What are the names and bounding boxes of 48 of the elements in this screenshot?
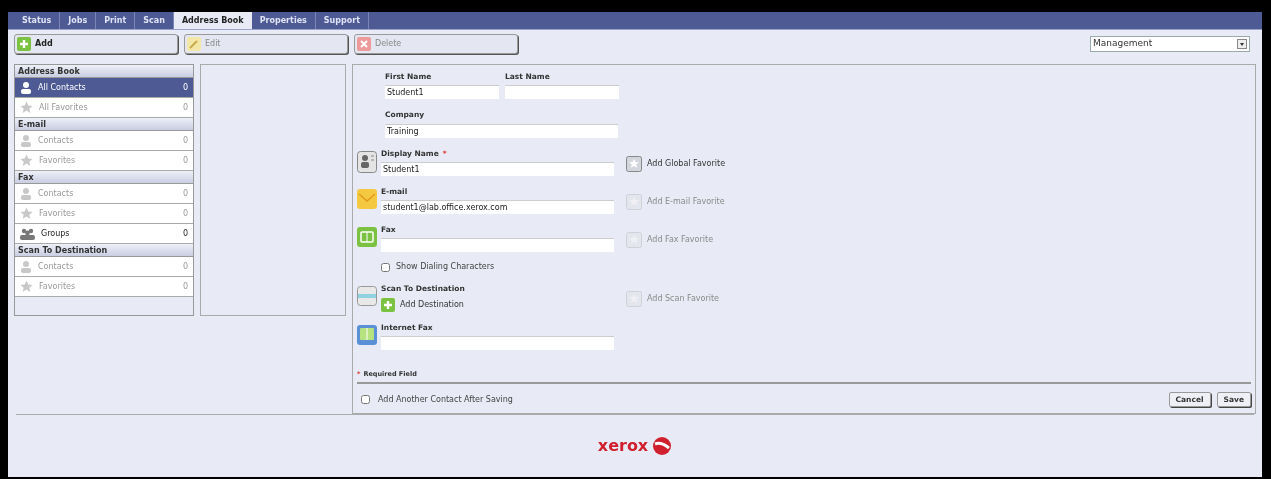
tab[interactable]: Address Book	[173, 12, 252, 29]
pencil-icon	[187, 37, 201, 51]
contact-card-icon	[357, 150, 377, 173]
input-field[interactable]: student1@lab.office.xerox.com	[381, 200, 614, 214]
input-field[interactable]: Student1	[385, 85, 499, 100]
person-icon	[20, 187, 32, 200]
sidebar-item[interactable]: All Contacts 0	[15, 78, 193, 98]
star-icon	[20, 207, 33, 220]
add-button[interactable]: Add	[14, 34, 178, 54]
input-field[interactable]: Student1	[381, 161, 614, 176]
scanner-icon	[357, 286, 377, 307]
input-field[interactable]	[505, 85, 619, 100]
section-header: Fax	[15, 171, 193, 184]
close-icon	[357, 37, 371, 51]
tab[interactable]: Properties	[251, 12, 316, 29]
checkbox[interactable]	[381, 262, 390, 272]
star-icon	[20, 280, 33, 293]
star-icon	[20, 101, 33, 114]
globe-icon	[652, 436, 673, 456]
section-header: Scan To Destination	[15, 244, 193, 257]
checkbox-label: Show Dialing Characters	[396, 261, 495, 274]
person-icon	[20, 134, 32, 147]
internet-fax-icon	[357, 324, 377, 345]
tab[interactable]: Scan	[135, 12, 174, 29]
group-icon	[20, 227, 35, 240]
person-icon	[20, 81, 32, 94]
logo: xerox	[597, 434, 673, 458]
sidebar-item[interactable]: Groups 0	[15, 224, 193, 244]
section-header: Address Book	[15, 65, 193, 78]
favorite-button[interactable]: Add Global Favorite	[626, 155, 726, 172]
tab[interactable]: Support	[315, 12, 369, 29]
section-header: E-mail	[15, 118, 193, 131]
tab[interactable]: Print	[96, 12, 136, 29]
checkbox[interactable]	[361, 395, 370, 404]
plus-icon	[381, 297, 395, 312]
add-destination-link[interactable]: Add Destination	[381, 297, 464, 312]
checkbox-label: Add Another Contact After Saving	[378, 393, 513, 406]
dropdown[interactable]: Management	[1090, 36, 1250, 52]
input-field[interactable]	[381, 238, 614, 253]
input-field[interactable]: Training	[385, 123, 618, 138]
tab[interactable]: Status	[14, 12, 61, 29]
tab[interactable]: Jobs	[60, 12, 97, 29]
envelope-icon	[357, 188, 377, 209]
star-icon	[20, 154, 33, 167]
input-field[interactable]	[381, 335, 614, 350]
fax-icon	[357, 227, 377, 247]
plus-icon	[17, 37, 31, 51]
person-icon	[20, 260, 32, 273]
